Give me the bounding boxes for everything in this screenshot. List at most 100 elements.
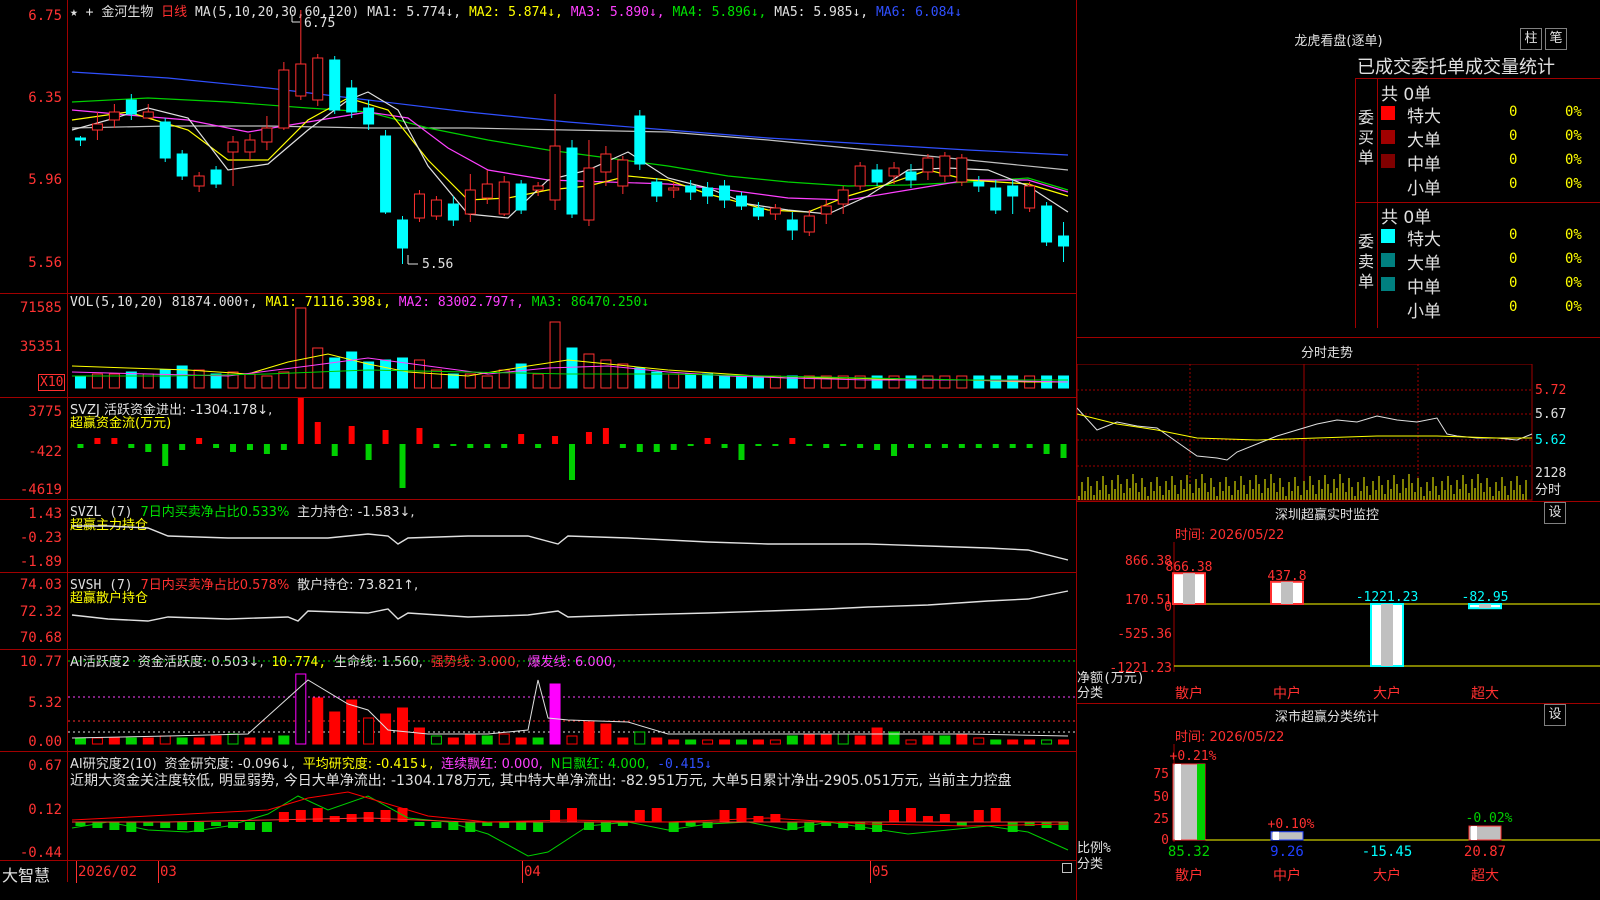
cls-settings-button[interactable]: 设 [1544, 704, 1566, 726]
fund-flow-bar [619, 444, 626, 448]
sell-swatch [1381, 301, 1395, 315]
fund-flow-bar [246, 444, 253, 450]
fund-flow-bar [128, 444, 135, 448]
activity-bar [1007, 739, 1019, 745]
svzj-panel[interactable]: SVZJ 活跃资金进出: -1304.178↓, 超赢资金流(万元) 3775 … [0, 398, 1076, 500]
candle-body [617, 159, 629, 187]
volume-panel[interactable]: VOL(5,10,20) 81874.000↑, MA1: 71116.398↓… [0, 294, 1076, 398]
buy-label: 委买单 [1358, 108, 1375, 167]
buy-swatch [1381, 178, 1395, 192]
ai-research-axis-label: -0.44 [19, 845, 62, 861]
research-bar [668, 822, 679, 832]
cls-bar-highlight [1273, 831, 1279, 840]
buy-type-label: 中单 [1407, 155, 1441, 175]
sell-row: 中单 0 0% [1381, 273, 1600, 298]
candle-body [583, 167, 595, 221]
price-panel[interactable]: ★ + 金河生物 日线 MA(5,10,20,30,60,120) MA1: 5… [0, 0, 1076, 294]
activity-bar [227, 733, 239, 745]
bar-mode-button[interactable]: 柱 [1520, 28, 1542, 50]
ai-research-panel[interactable]: AI研究度2(10) 资金研究度: -0.096↓, 平均研究度: -0.415… [0, 752, 1076, 861]
sz-value-label: -1221.23 [1356, 590, 1419, 605]
ai-research-chart[interactable] [68, 752, 1076, 860]
svzl-axis-label: 1.43 [28, 506, 62, 522]
sz-settings-button[interactable]: 设 [1544, 502, 1566, 524]
ai-active-chart[interactable] [68, 650, 1076, 752]
activity-bar [549, 683, 561, 745]
candle-body [210, 169, 222, 185]
activity-bar [363, 717, 375, 745]
activity-bar [193, 737, 205, 745]
svzj-axis-label: -4619 [19, 482, 62, 498]
sz-monitor-section[interactable]: 深圳超赢实时监控 设 时间: 2026/05/22 866.38 170.51 0-… [1077, 502, 1600, 704]
research-bar [75, 822, 86, 826]
research-bar [363, 812, 374, 822]
volume-bar [752, 375, 764, 389]
candle-body [430, 199, 442, 217]
candle-body [261, 127, 273, 143]
cls-bar-highlight [1175, 764, 1181, 840]
volume-bar [735, 375, 747, 389]
lock-icon[interactable] [1062, 863, 1072, 873]
cls-chart[interactable]: 7550250+0.21%85.32散户+0.10%9.26中户-15.45大户… [1077, 744, 1600, 900]
tick-mode-button[interactable]: 笔 [1545, 28, 1567, 50]
sz-axis-label: -525.36 [1117, 627, 1172, 642]
activity-bar [142, 737, 154, 745]
classification-section[interactable]: 深市超赢分类统计 设 时间: 2026/05/22 75 50 25 0 +0.21% 8… [1077, 704, 1600, 900]
ai-active-axis-label: 0.00 [28, 734, 62, 750]
buy-row: 特大 0 0% [1381, 102, 1600, 127]
svsh-panel[interactable]: SVSH (7) 7日内买卖净占比0.578% 散户持仓: 73.821↑, 超… [0, 573, 1076, 650]
candlestick-chart[interactable]: 6.75 5.56 [68, 0, 1076, 294]
cls-category-label: 大户 [1373, 867, 1401, 884]
activity-bar [685, 739, 697, 745]
activity-bar [397, 707, 409, 745]
sz-axis-label: 0 [1164, 600, 1172, 615]
svzl-chart[interactable] [68, 500, 1076, 573]
intraday-chart[interactable]: 5.72 5.67 5.62 2128 分时 [1077, 364, 1600, 502]
main-chart-area[interactable]: ★ + 金河生物 日线 MA(5,10,20,30,60,120) MA1: 5… [0, 0, 1077, 900]
fund-flow-bar [772, 444, 779, 446]
intraday-axis-label: 5.67 [1535, 407, 1566, 422]
candle-body [515, 183, 527, 211]
buy-count: 0 [1509, 104, 1518, 120]
buy-type-label: 特大 [1407, 107, 1441, 127]
fund-flow-bar [840, 444, 847, 446]
volume-bar [363, 361, 375, 389]
svsh-chart[interactable] [68, 573, 1076, 650]
volume-bar [74, 375, 86, 389]
volume-chart[interactable] [68, 294, 1076, 398]
cls-bar-segment [1197, 764, 1205, 840]
candle-body [278, 69, 290, 129]
cls-y-title: 比例% [1077, 841, 1111, 856]
svzj-chart[interactable] [68, 398, 1076, 500]
intraday-section[interactable]: 分时走势 5.72 5.67 5.62 2128 分时 [1077, 338, 1600, 502]
fund-flow-bar [806, 444, 813, 446]
fund-flow-bar [874, 444, 881, 450]
fund-flow-bar [1026, 444, 1033, 448]
candle-body [1024, 185, 1036, 209]
research-bar [872, 822, 883, 832]
cls-category-label: 超大 [1471, 868, 1499, 884]
candle-body [295, 63, 307, 97]
volume-bar [719, 375, 731, 389]
fund-flow-bar [433, 444, 440, 448]
ai-active-panel[interactable]: AI活跃度2 资金活跃度: 0.503↓, 10.774, 生命线: 1.560… [0, 650, 1076, 752]
right-panel: 龙虎看盘(逐单) 柱 笔 已成交委托单成交量统计 委买单 委卖单 共 0单 共 … [1077, 0, 1600, 900]
candle-body [193, 175, 205, 187]
candle-body [363, 107, 375, 125]
fund-flow-bar [535, 444, 542, 448]
buy-percent: 0% [1565, 104, 1582, 120]
activity-bar [871, 727, 883, 745]
svzl-panel[interactable]: SVZL (7) 7日内买卖净占比0.533% 主力持仓: -1.583↓, 超… [0, 500, 1076, 573]
research-bar [922, 816, 933, 822]
fund-flow-bar [1009, 444, 1016, 448]
candle-body [956, 157, 968, 183]
sz-value-label: 437.8 [1267, 569, 1306, 584]
sell-count: 0 [1509, 275, 1518, 291]
sz-monitor-chart[interactable]: 866.38170.510-525.36-1221.23866.38散户437.… [1077, 542, 1600, 704]
activity-bar [854, 735, 866, 745]
sz-monitor-title: 深圳超赢实时监控 [1274, 508, 1379, 523]
ai-active-axis-label: 10.77 [19, 654, 62, 670]
buy-count: 0 [1509, 128, 1518, 144]
sell-count: 0 [1509, 251, 1518, 267]
candle-body [803, 215, 815, 233]
